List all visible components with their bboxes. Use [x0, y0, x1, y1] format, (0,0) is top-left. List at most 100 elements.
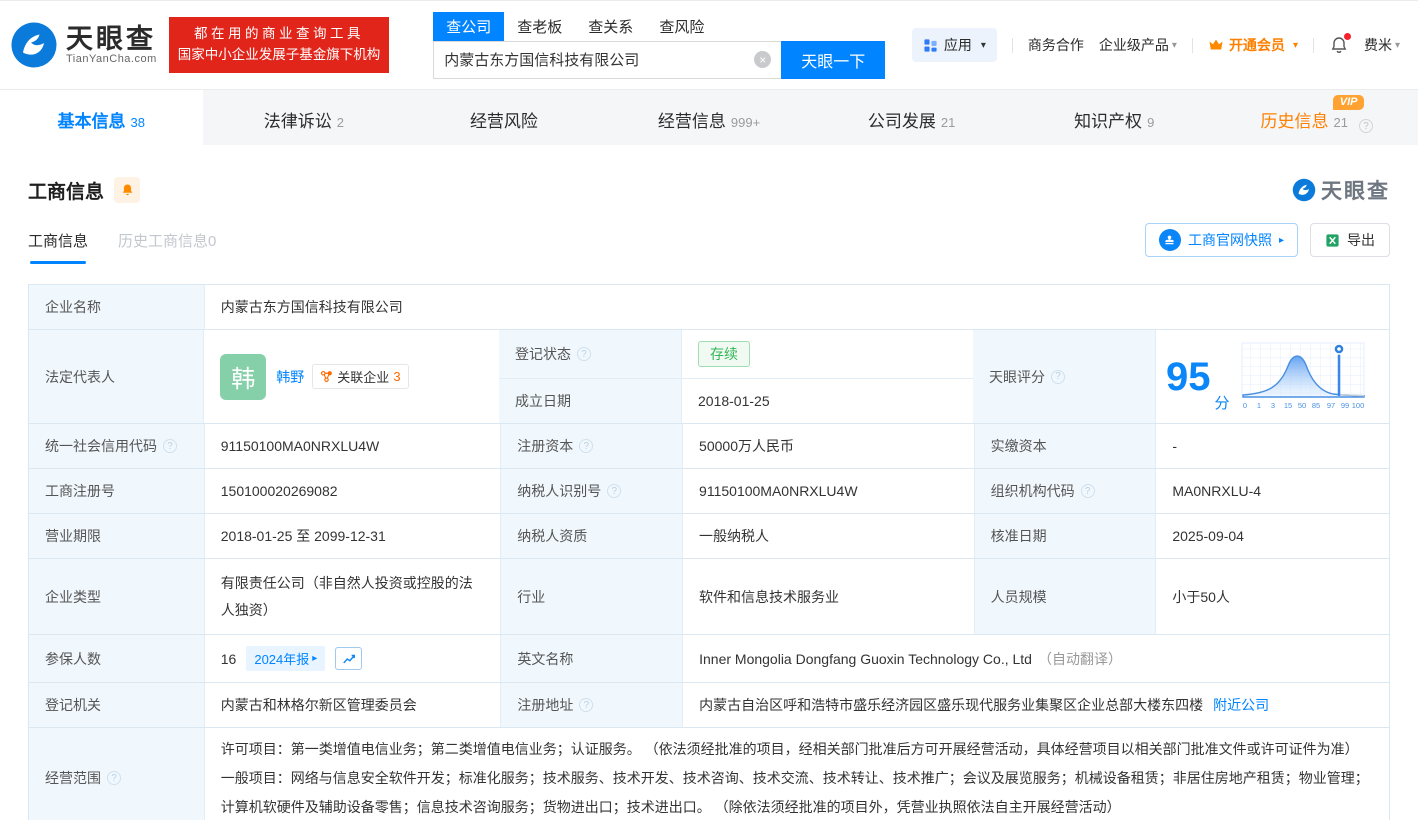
- help-icon[interactable]: [579, 439, 593, 453]
- tab-history-info[interactable]: VIP 历史信息21: [1215, 90, 1418, 145]
- annual-report-badge[interactable]: 2024年报: [246, 646, 325, 671]
- paid-capital-value: -: [1155, 424, 1389, 468]
- tianyancha-logo[interactable]: 天眼查 TianYanCha.com: [10, 21, 157, 69]
- nav-enterprise-products[interactable]: 企业级产品: [1099, 35, 1177, 55]
- export-button[interactable]: 导出: [1310, 223, 1390, 257]
- english-name-cell: Inner Mongolia Dongfang Guoxin Technolog…: [682, 635, 1389, 682]
- field-label: 纳税人识别号: [500, 469, 682, 513]
- table-row: 统一社会信用代码 91150100MA0NRXLU4W 注册资本 50000万人…: [29, 423, 1389, 468]
- search-tab-relation[interactable]: 查关系: [575, 12, 646, 41]
- help-icon[interactable]: [577, 347, 591, 361]
- notification-dot: [1344, 33, 1351, 40]
- reg-capital-value: 50000万人民币: [682, 424, 974, 468]
- subscribe-bell-button[interactable]: [114, 177, 140, 203]
- field-label: 注册资本: [500, 424, 682, 468]
- search-tab-company[interactable]: 查公司: [433, 12, 504, 41]
- svg-text:100: 100: [1351, 401, 1364, 410]
- field-label: 天眼评分: [973, 330, 1155, 423]
- nav-cooperation[interactable]: 商务合作: [1028, 35, 1084, 55]
- tab-intellectual-property[interactable]: 知识产权9: [1013, 90, 1216, 145]
- search-input[interactable]: [444, 51, 754, 68]
- help-icon[interactable]: [1359, 119, 1373, 133]
- approved-date-value: 2025-09-04: [1155, 514, 1389, 558]
- field-label: 人员规模: [974, 559, 1156, 634]
- field-label: 成立日期: [499, 379, 681, 423]
- subtab-history-business-info[interactable]: 历史工商信息0: [118, 230, 216, 264]
- taxpayer-id-value: 91150100MA0NRXLU4W: [682, 469, 974, 513]
- notification-bell[interactable]: [1329, 35, 1349, 55]
- network-icon: [320, 370, 333, 383]
- chevron-down-icon: [1293, 40, 1298, 51]
- top-nav: 应用 商务合作 企业级产品 开通会员: [912, 28, 1400, 62]
- apps-menu[interactable]: 应用: [912, 28, 997, 62]
- help-icon[interactable]: [107, 771, 121, 785]
- field-label: 经营范围: [29, 728, 204, 820]
- reg-address-cell: 内蒙古自治区呼和浩特市盛乐经济园区盛乐现代服务业集聚区企业总部大楼东四楼 附近公…: [682, 683, 1389, 727]
- reg-authority-value: 内蒙古和林格尔新区管理委员会: [204, 683, 501, 727]
- tab-operating-info[interactable]: 经营信息999+: [608, 90, 811, 145]
- help-icon[interactable]: [1051, 370, 1065, 384]
- insured-staff-cell: 16 2024年报: [204, 635, 501, 682]
- subtab-business-info[interactable]: 工商信息: [28, 230, 88, 264]
- tab-basic-info[interactable]: 基本信息38: [0, 90, 203, 145]
- nearby-companies-link[interactable]: 附近公司: [1213, 695, 1269, 715]
- legal-rep-avatar[interactable]: 韩: [220, 354, 266, 400]
- score-value: 95: [1166, 357, 1211, 397]
- tab-operating-risk[interactable]: 经营风险: [405, 90, 608, 145]
- page: 天眼查 TianYanCha.com 都在用的商业查询工具 国家中小企业发展子基…: [0, 0, 1418, 820]
- svg-text:85: 85: [1311, 401, 1319, 410]
- business-info-table: 企业名称 内蒙古东方国信科技有限公司 法定代表人 韩 韩野: [28, 284, 1390, 820]
- crown-icon: [1208, 38, 1224, 52]
- official-snapshot-button[interactable]: 工商官网快照: [1145, 223, 1298, 257]
- divider: [1313, 38, 1314, 53]
- search-tab-risk[interactable]: 查风险: [646, 12, 717, 41]
- search-tab-boss[interactable]: 查老板: [504, 12, 575, 41]
- table-row: 法定代表人 韩 韩野 关联企业 3: [29, 329, 1389, 423]
- field-label: 行业: [500, 559, 682, 634]
- open-vip-menu[interactable]: 开通会员: [1208, 35, 1298, 55]
- svg-text:0: 0: [1242, 401, 1246, 410]
- tianyan-score-cell: 95 分: [1155, 330, 1389, 423]
- trend-chart-button[interactable]: [335, 647, 362, 670]
- field-label: 登记状态: [499, 330, 681, 378]
- vip-badge: VIP: [1333, 95, 1365, 110]
- help-icon[interactable]: [607, 484, 621, 498]
- slogan-line2: 国家中小企业发展子基金旗下机构: [178, 45, 381, 66]
- main-tab-bar: 基本信息38 法律诉讼2 经营风险 经营信息999+ 公司发展21 知识产权9 …: [0, 89, 1418, 145]
- bell-icon: [120, 183, 135, 198]
- field-label: 工商注册号: [29, 469, 204, 513]
- chevron-down-icon: [981, 40, 986, 51]
- arrow-right-icon: [312, 653, 317, 664]
- help-icon[interactable]: [163, 439, 177, 453]
- tab-company-development[interactable]: 公司发展21: [810, 90, 1013, 145]
- help-icon[interactable]: [1081, 484, 1095, 498]
- svg-text:15: 15: [1283, 401, 1291, 410]
- legal-rep-name-link[interactable]: 韩野: [276, 367, 304, 387]
- field-label: 实缴资本: [974, 424, 1156, 468]
- field-label: 企业类型: [29, 559, 204, 634]
- slogan-line1: 都在用的商业查询工具: [178, 24, 381, 45]
- tab-legal-proceedings[interactable]: 法律诉讼2: [203, 90, 406, 145]
- search-button[interactable]: 天眼一下: [781, 41, 885, 79]
- apps-label: 应用: [944, 35, 972, 55]
- tianyancha-logo-icon: [1292, 178, 1316, 202]
- help-icon[interactable]: [579, 698, 593, 712]
- excel-icon: [1325, 233, 1340, 248]
- user-menu[interactable]: 费米: [1364, 35, 1400, 55]
- watermark-logo: 天眼查: [1292, 175, 1390, 205]
- company-name-value: 内蒙古东方国信科技有限公司: [204, 285, 1389, 329]
- svg-text:97: 97: [1326, 401, 1334, 410]
- staff-size-value: 小于50人: [1155, 559, 1389, 634]
- clear-icon[interactable]: [754, 51, 771, 68]
- field-label: 登记机关: [29, 683, 204, 727]
- svg-text:50: 50: [1297, 401, 1305, 410]
- related-companies-badge[interactable]: 关联企业 3: [312, 364, 408, 389]
- chevron-down-icon: [1395, 40, 1400, 51]
- search-box: 天眼一下: [433, 41, 885, 79]
- established-date-value: 2018-01-25: [681, 379, 973, 423]
- search-tabs: 查公司 查老板 查关系 查风险: [433, 12, 885, 41]
- brand-domain: TianYanCha.com: [66, 53, 157, 65]
- reg-number-value: 150100020269082: [204, 469, 501, 513]
- table-row: 经营范围 许可项目：第一类增值电信业务；第二类增值电信业务；认证服务。 （依法须…: [29, 727, 1389, 820]
- subtab-row: 工商信息 历史工商信息0 工商官网快照: [28, 223, 1390, 264]
